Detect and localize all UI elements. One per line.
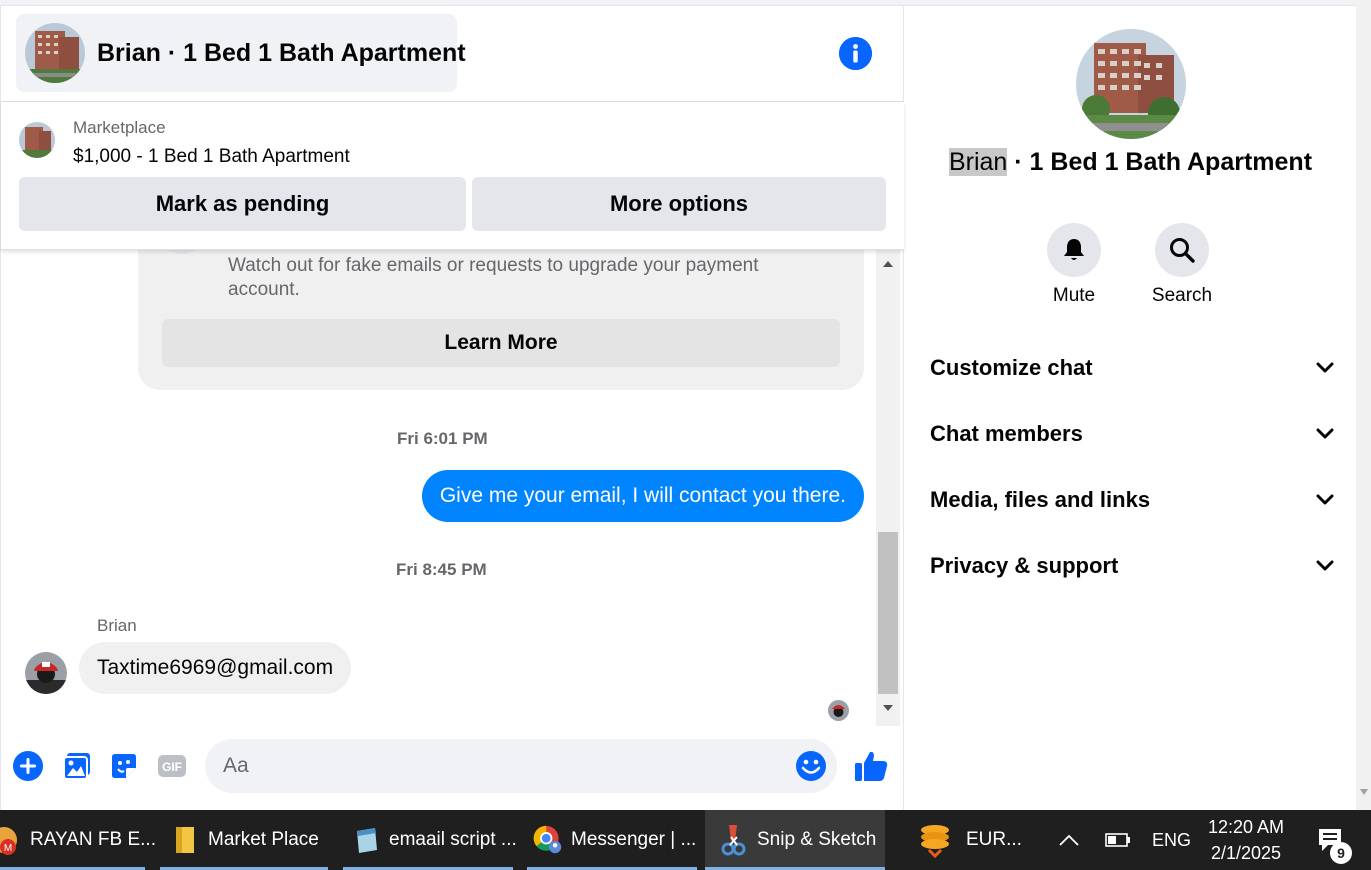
taskbar-item-email-script[interactable]: emaail script ... — [343, 810, 517, 870]
show-hidden-icons-chevron-up-icon[interactable] — [1058, 810, 1080, 870]
conversation-title-button[interactable]: Brian · 1 Bed 1 Bath Apartment — [16, 14, 466, 92]
search-label: Search — [1151, 285, 1213, 306]
section-label: Media, files and links — [930, 487, 1151, 512]
chevron-down-icon — [1316, 362, 1334, 373]
coins-icon — [916, 825, 954, 858]
language-indicator[interactable]: ENG — [1152, 810, 1191, 870]
incoming-message[interactable]: Taxtime6969@gmail.com — [79, 642, 352, 694]
customize-chat-section[interactable]: Customize chat — [930, 344, 1334, 392]
safety-warning-card: Watch out for fake emails or requests to… — [138, 250, 864, 390]
taskbar-item-snip-sketch[interactable]: Snip & Sketch — [705, 810, 885, 870]
chat-header: Brian · 1 Bed 1 Bath Apartment — [1, 6, 904, 102]
message-timestamp: Fri 8:45 PM — [396, 560, 487, 579]
search-button[interactable]: Search — [1142, 223, 1222, 307]
chevron-down-icon — [1316, 494, 1334, 505]
listing-title[interactable]: $1,000 - 1 Bed 1 Bath Apartment — [73, 146, 350, 168]
notification-badge: 9 — [1330, 842, 1352, 864]
learn-more-button[interactable]: Learn More — [162, 319, 840, 367]
taskbar-item-eur[interactable]: EUR... — [912, 810, 1042, 870]
taskbar: M RAYAN FB E... Market Place emaail scri… — [0, 810, 1371, 870]
marketplace-label: Marketplace — [73, 118, 166, 137]
scroll-up-arrow-icon[interactable] — [876, 256, 900, 272]
scroll-thumb[interactable] — [878, 532, 898, 694]
conversation-details-panel: Brian · 1 Bed 1 Bath Apartment Mute Sear… — [903, 6, 1356, 810]
browser-profile-icon: M — [0, 825, 22, 855]
sticker-icon[interactable] — [108, 750, 140, 782]
details-name-highlight: Brian — [948, 148, 1008, 176]
taskbar-label: Snip & Sketch — [757, 829, 877, 850]
scissors-icon — [719, 825, 749, 856]
page-scrollbar[interactable] — [1356, 0, 1371, 810]
chevron-down-icon — [1316, 428, 1334, 439]
mark-as-pending-button[interactable]: Mark as pending — [19, 177, 466, 231]
details-title: Brian · 1 Bed 1 Bath Apartment — [904, 148, 1357, 177]
info-button[interactable] — [839, 37, 872, 70]
chat-members-section[interactable]: Chat members — [930, 410, 1334, 458]
warning-text: Watch out for fake emails or requests to… — [228, 255, 759, 300]
chrome-icon — [533, 825, 563, 855]
mute-button[interactable]: Mute — [1034, 223, 1114, 307]
more-options-button[interactable]: More options — [472, 177, 886, 231]
clock-time: 12:20 AM — [1207, 817, 1285, 837]
listing-avatar — [25, 23, 85, 83]
folder-icon — [170, 825, 200, 855]
marketplace-card: Marketplace $1,000 - 1 Bed 1 Bath Apartm… — [1, 102, 904, 250]
gif-icon[interactable]: GIF — [156, 750, 188, 782]
section-label: Customize chat — [930, 355, 1093, 380]
taskbar-item-messenger[interactable]: Messenger | ... — [527, 810, 697, 870]
mute-label: Mute — [1052, 285, 1096, 306]
taskbar-item-rayan[interactable]: M RAYAN FB E... — [0, 810, 156, 870]
clock-date: 2/1/2025 — [1210, 843, 1282, 863]
taskbar-label: RAYAN FB E... — [30, 829, 156, 850]
scroll-down-arrow-icon[interactable] — [1359, 788, 1369, 796]
composer: GIF — [1, 730, 904, 806]
image-icon[interactable] — [61, 750, 93, 782]
conversation-title: Brian · 1 Bed 1 Bath Apartment — [97, 38, 466, 67]
section-label: Privacy & support — [930, 553, 1119, 578]
privacy-support-section[interactable]: Privacy & support — [930, 542, 1334, 590]
thumbs-up-icon[interactable] — [853, 748, 889, 784]
listing-thumbnail — [19, 122, 55, 158]
sender-avatar[interactable] — [25, 652, 67, 694]
shield-icon — [156, 250, 208, 254]
message-list: Watch out for fake emails or requests to… — [1, 250, 876, 726]
plus-icon[interactable] — [12, 750, 44, 782]
listing-avatar-large — [1076, 29, 1186, 139]
bell-icon — [1064, 239, 1084, 260]
message-timestamp: Fri 6:01 PM — [397, 429, 488, 448]
notepad-icon — [351, 825, 381, 855]
taskbar-label: EUR... — [966, 829, 1022, 850]
emoji-icon[interactable] — [795, 750, 827, 782]
taskbar-label: emaail script ... — [389, 829, 517, 850]
message-scrollbar[interactable] — [876, 250, 900, 726]
notifications-button[interactable]: 9 — [1316, 810, 1356, 870]
info-icon — [839, 37, 872, 70]
taskbar-label: Messenger | ... — [571, 829, 697, 850]
svg-text:GIF: GIF — [162, 760, 182, 774]
svg-text:M: M — [4, 843, 12, 854]
taskbar-clock[interactable]: 12:20 AM 2/1/2025 — [1196, 814, 1296, 866]
message-input[interactable] — [205, 739, 837, 793]
taskbar-label: Market Place — [208, 829, 319, 850]
taskbar-item-market-place[interactable]: Market Place — [160, 810, 328, 870]
section-label: Chat members — [930, 421, 1083, 446]
outgoing-message[interactable]: Give me your email, I will contact you t… — [421, 470, 864, 522]
chevron-down-icon — [1316, 560, 1334, 571]
battery-icon[interactable] — [1105, 810, 1131, 870]
chat-panel: Brian · 1 Bed 1 Bath Apartment Marketpla… — [0, 6, 904, 810]
sender-name: Brian — [97, 616, 137, 635]
search-icon — [1170, 238, 1195, 263]
details-name-rest: · 1 Bed 1 Bath Apartment — [1007, 148, 1313, 176]
scroll-down-arrow-icon[interactable] — [876, 700, 900, 716]
read-receipt-avatar — [828, 700, 849, 721]
media-files-links-section[interactable]: Media, files and links — [930, 476, 1334, 524]
